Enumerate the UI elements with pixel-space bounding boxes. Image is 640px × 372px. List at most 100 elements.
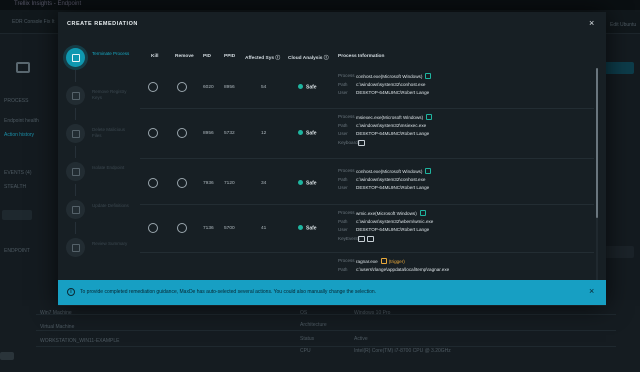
cloud-status-badge: Safe bbox=[298, 225, 317, 232]
remove-radio[interactable] bbox=[177, 82, 187, 92]
auto-selection-banner: i To provide completed remediation guida… bbox=[58, 280, 606, 305]
table-scrollbar[interactable] bbox=[596, 68, 598, 288]
file-icon bbox=[71, 129, 80, 138]
remove-radio[interactable] bbox=[177, 223, 187, 233]
step-files[interactable]: Delete Malicious Files bbox=[62, 122, 138, 154]
col-label-arch: Architecture bbox=[300, 322, 327, 328]
process-path: c:\windows\system32\msiexec.exe bbox=[356, 122, 427, 128]
cloud-status-badge: Safe bbox=[298, 130, 317, 137]
warning-icon bbox=[380, 258, 387, 264]
info-key: Process bbox=[338, 258, 355, 263]
safe-dot-icon bbox=[298, 180, 303, 185]
remove-radio[interactable] bbox=[177, 178, 187, 188]
process-path: c:\windows\system32\conhost.exe bbox=[356, 81, 426, 87]
process-path: c:\users\rlange\appdata\local\temp\ragna… bbox=[356, 266, 450, 272]
step-terminate-process[interactable]: Terminate Process bbox=[62, 46, 138, 78]
action-history-link[interactable]: Action history bbox=[4, 132, 34, 138]
keyboard-event-icon[interactable] bbox=[358, 139, 365, 146]
affected-cell: 54 bbox=[261, 85, 267, 90]
info-icon: i bbox=[67, 288, 75, 296]
ppid-cell: 8956 bbox=[224, 85, 235, 90]
affected-cell: 41 bbox=[261, 226, 267, 231]
keyboard-event-icon[interactable] bbox=[367, 235, 374, 242]
info-key: Path bbox=[338, 218, 348, 224]
column-header-process-info: Process Information bbox=[338, 54, 385, 59]
info-key: User bbox=[338, 185, 348, 190]
ppid-cell: 5700 bbox=[224, 226, 235, 231]
affected-cell: 34 bbox=[261, 181, 267, 186]
ppid-cell: 7120 bbox=[224, 181, 235, 186]
background-action-button[interactable] bbox=[604, 62, 634, 74]
remediation-stepper: Terminate Process Remove Registry Keys D… bbox=[62, 46, 138, 257]
col-label-status: Status bbox=[300, 336, 315, 342]
cloud-status-badge: Safe bbox=[298, 180, 317, 187]
value-cpu: Intel(R) Core(TM) i7-8700 CPU @ 3.20GHz bbox=[354, 348, 451, 354]
verified-icon bbox=[426, 114, 433, 120]
cloud-status-badge: Safe bbox=[298, 84, 317, 91]
background-detail-table: Win7 Machine Virtual Machine WORKSTATION… bbox=[0, 300, 640, 372]
process-name: conhost.exe(Microsoft Windows) bbox=[356, 74, 423, 79]
pid-cell: 6020 bbox=[203, 85, 214, 90]
left-label-endpoint: ENDPOINT bbox=[4, 248, 30, 254]
safe-dot-icon bbox=[298, 225, 303, 230]
column-header-affected[interactable]: Affected Sys ⓘ bbox=[245, 54, 280, 61]
pid-cell: 8956 bbox=[203, 131, 214, 136]
ppid-cell: 5732 bbox=[224, 131, 235, 136]
process-user: DESKTOP-64ML9NC\Robert Lange bbox=[356, 227, 430, 232]
info-key: Path bbox=[338, 122, 348, 128]
step-label: Update Definitions bbox=[92, 203, 129, 208]
left-label-events: EVENTS (4) bbox=[4, 170, 32, 176]
left-label-stealth: STEALTH bbox=[4, 184, 27, 190]
banner-text: To provide completed remediation guidanc… bbox=[80, 289, 377, 295]
safe-dot-icon bbox=[298, 130, 303, 135]
kill-radio[interactable] bbox=[148, 128, 158, 138]
pid-cell: 7136 bbox=[203, 226, 214, 231]
info-key: Path bbox=[338, 176, 348, 182]
info-key: Path bbox=[338, 81, 348, 87]
kill-radio[interactable] bbox=[148, 223, 158, 233]
left-label-process: PROCESS bbox=[4, 98, 29, 104]
step-summary[interactable]: Review Summary bbox=[62, 236, 138, 268]
trigger-label: (trigger) bbox=[388, 259, 405, 264]
step-label: Remove Registry Keys bbox=[92, 89, 127, 100]
kill-radio[interactable] bbox=[148, 178, 158, 188]
affected-cell: 12 bbox=[261, 131, 267, 136]
window-title: Trellix Insights - Endpoint bbox=[14, 1, 82, 7]
step-label: Isolate Endpoint bbox=[92, 165, 125, 170]
background-button[interactable] bbox=[2, 210, 32, 220]
step-update[interactable]: Update Definitions bbox=[62, 198, 138, 230]
verified-icon bbox=[425, 73, 432, 79]
close-icon[interactable]: × bbox=[589, 19, 594, 28]
value-os: Windows 10 Pro bbox=[354, 310, 391, 316]
close-icon[interactable]: × bbox=[589, 286, 594, 296]
background-secondary-button[interactable] bbox=[604, 246, 634, 258]
terminate-process-icon bbox=[71, 53, 80, 62]
process-user: DESKTOP-64ML9NC\Robert Lange bbox=[356, 131, 430, 136]
edit-ubuntu-label[interactable]: Edit Ubuntu bbox=[610, 22, 636, 28]
row-label-3: WORKSTATION_WIN11-EXAMPLE bbox=[40, 338, 120, 344]
step-registry[interactable]: Remove Registry Keys bbox=[62, 84, 138, 116]
column-header-kill: Kill bbox=[151, 54, 159, 59]
process-name: msiexec.exe(Microsoft Windows) bbox=[356, 115, 424, 120]
process-path: c:\windows\system32\conhost.exe bbox=[356, 176, 426, 182]
info-key: Process bbox=[338, 114, 355, 119]
col-label-cpu: CPU bbox=[300, 348, 311, 354]
create-remediation-modal: CREATE REMEDIATION × Terminate Process R… bbox=[58, 12, 606, 306]
left-label-health: Endpoint health bbox=[4, 118, 39, 124]
step-isolate[interactable]: Isolate Endpoint bbox=[62, 160, 138, 192]
modal-title: CREATE REMEDIATION bbox=[67, 21, 138, 27]
info-key: User bbox=[338, 227, 348, 232]
kill-radio[interactable] bbox=[148, 82, 158, 92]
summary-icon bbox=[71, 243, 80, 252]
breadcrumb[interactable]: EDR Console Fix It bbox=[12, 19, 55, 25]
key-event-icon[interactable] bbox=[358, 235, 365, 242]
column-header-ppid: PPID bbox=[224, 54, 236, 59]
row-label-2: Virtual Machine bbox=[40, 324, 75, 330]
scrollbar-thumb[interactable] bbox=[596, 68, 598, 218]
remove-radio[interactable] bbox=[177, 128, 187, 138]
info-key: User bbox=[338, 90, 348, 95]
window-titlebar: Trellix Insights - Endpoint bbox=[0, 0, 640, 10]
step-label: Review Summary bbox=[92, 241, 128, 246]
column-header-remove: Remove bbox=[175, 54, 194, 59]
column-header-cloud-analysis[interactable]: Cloud Analysis ⓘ bbox=[288, 54, 329, 61]
